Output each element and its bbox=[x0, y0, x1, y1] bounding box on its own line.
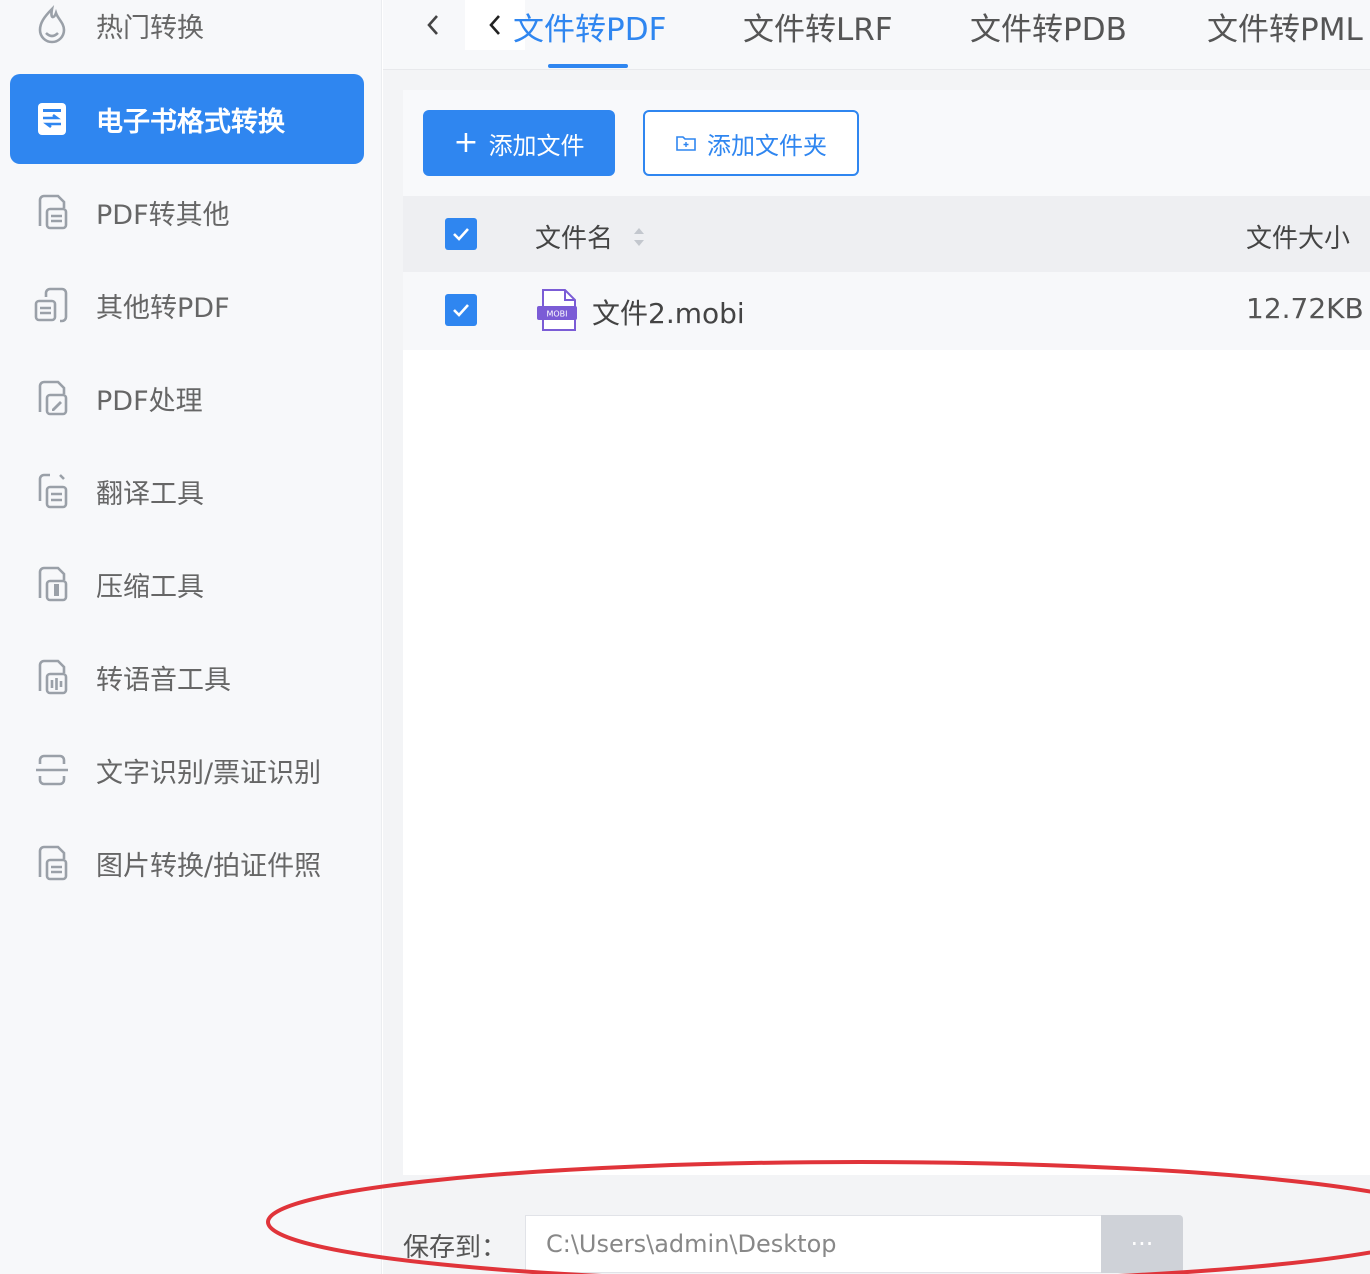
file-panel: + 添加文件 添加文件夹 文件名 文件大小 MOBI 文件2.mobi 12.7… bbox=[403, 90, 1370, 1175]
audio-icon bbox=[32, 657, 72, 697]
sidebar-item-hot[interactable]: 热门转换 bbox=[10, 0, 364, 70]
ebook-convert-icon bbox=[32, 99, 72, 139]
tab-file-to-pdb[interactable]: 文件转PDB bbox=[970, 0, 1127, 70]
tab-file-to-pdf[interactable]: 文件转PDF bbox=[513, 0, 666, 70]
sidebar-item-pdf-to-other[interactable]: PDF转其他 bbox=[10, 167, 364, 257]
mobi-file-icon: MOBI bbox=[537, 289, 577, 331]
save-to-label: 保存到： bbox=[403, 1233, 508, 1263]
sidebar-item-label: 热门转换 bbox=[96, 12, 204, 44]
checkmark-icon bbox=[453, 228, 469, 241]
sidebar-item-label: PDF转其他 bbox=[96, 199, 230, 231]
tab-file-to-lrf[interactable]: 文件转LRF bbox=[743, 0, 893, 70]
compress-icon bbox=[32, 564, 72, 604]
save-path-input[interactable] bbox=[525, 1215, 1101, 1273]
checkmark-icon bbox=[453, 304, 469, 317]
file-type-badge: MOBI bbox=[546, 310, 567, 319]
select-all-checkbox[interactable] bbox=[445, 218, 477, 250]
toolbar: + 添加文件 添加文件夹 bbox=[403, 90, 1370, 196]
sidebar-item-ocr[interactable]: 文字识别/票证识别 bbox=[10, 725, 364, 815]
chevron-left-icon bbox=[489, 15, 500, 35]
column-header-name[interactable]: 文件名 bbox=[535, 218, 647, 255]
table-row[interactable]: MOBI 文件2.mobi 12.72KB bbox=[403, 272, 1370, 350]
tab-file-to-pml[interactable]: 文件转PML bbox=[1207, 0, 1363, 70]
sidebar-item-translate[interactable]: 翻译工具 bbox=[10, 446, 364, 536]
save-footer: 保存到： ··· bbox=[383, 1175, 1370, 1274]
sidebar-item-label: 压缩工具 bbox=[96, 571, 204, 603]
sidebar-item-label: 转语音工具 bbox=[96, 664, 231, 696]
add-folder-label: 添加文件夹 bbox=[707, 131, 827, 160]
pdf-edit-icon bbox=[32, 378, 72, 418]
add-file-label: 添加文件 bbox=[488, 131, 585, 160]
row-checkbox[interactable] bbox=[445, 294, 477, 326]
ocr-scan-icon bbox=[32, 750, 72, 790]
table-header: 文件名 文件大小 bbox=[403, 196, 1370, 272]
translate-icon bbox=[32, 471, 72, 511]
flame-icon bbox=[32, 5, 72, 45]
image-convert-icon bbox=[32, 843, 72, 883]
tabs-scroll-left-button[interactable] bbox=[403, 0, 463, 50]
chevron-left-icon bbox=[427, 15, 438, 35]
sidebar-item-label: PDF处理 bbox=[96, 385, 203, 417]
sidebar-item-label: 翻译工具 bbox=[96, 478, 204, 510]
sidebar-item-pdf-process[interactable]: PDF处理 bbox=[10, 353, 364, 443]
file-name: 文件2.mobi bbox=[592, 297, 745, 330]
file-size: 12.72KB bbox=[1246, 292, 1364, 325]
sidebar-item-compress[interactable]: 压缩工具 bbox=[10, 539, 364, 629]
add-file-button[interactable]: + 添加文件 bbox=[423, 110, 615, 176]
sidebar-item-ebook[interactable]: 电子书格式转换 bbox=[10, 74, 364, 164]
sidebar-item-label: 电子书格式转换 bbox=[96, 106, 285, 138]
sidebar-item-label: 其他转PDF bbox=[96, 292, 230, 324]
sidebar: 热门转换 电子书格式转换 PDF转其他 其他转PDF PDF处理 翻译工具 压缩… bbox=[0, 0, 382, 1274]
sidebar-item-label: 文字识别/票证识别 bbox=[96, 757, 322, 789]
sidebar-item-label: 图片转换/拍证件照 bbox=[96, 850, 322, 882]
other-to-pdf-icon bbox=[32, 285, 72, 325]
sidebar-item-other-to-pdf[interactable]: 其他转PDF bbox=[10, 260, 364, 350]
sidebar-item-image[interactable]: 图片转换/拍证件照 bbox=[10, 818, 364, 908]
tab-bar: 文件转PDF 文件转LRF 文件转PDB 文件转PML bbox=[383, 0, 1370, 70]
sidebar-item-audio[interactable]: 转语音工具 bbox=[10, 632, 364, 722]
column-header-name-label: 文件名 bbox=[535, 224, 614, 254]
folder-icon bbox=[676, 136, 696, 151]
sort-icon[interactable] bbox=[631, 223, 647, 251]
browse-button[interactable]: ··· bbox=[1101, 1215, 1183, 1273]
active-tab-indicator bbox=[548, 64, 628, 68]
add-folder-button[interactable]: 添加文件夹 bbox=[643, 110, 859, 176]
plus-icon: + bbox=[453, 125, 479, 160]
main-area: 文件转PDF 文件转LRF 文件转PDB 文件转PML + 添加文件 添加文件夹… bbox=[383, 0, 1370, 1274]
pdf-to-other-icon bbox=[32, 192, 72, 232]
column-header-size: 文件大小 bbox=[1246, 224, 1351, 254]
